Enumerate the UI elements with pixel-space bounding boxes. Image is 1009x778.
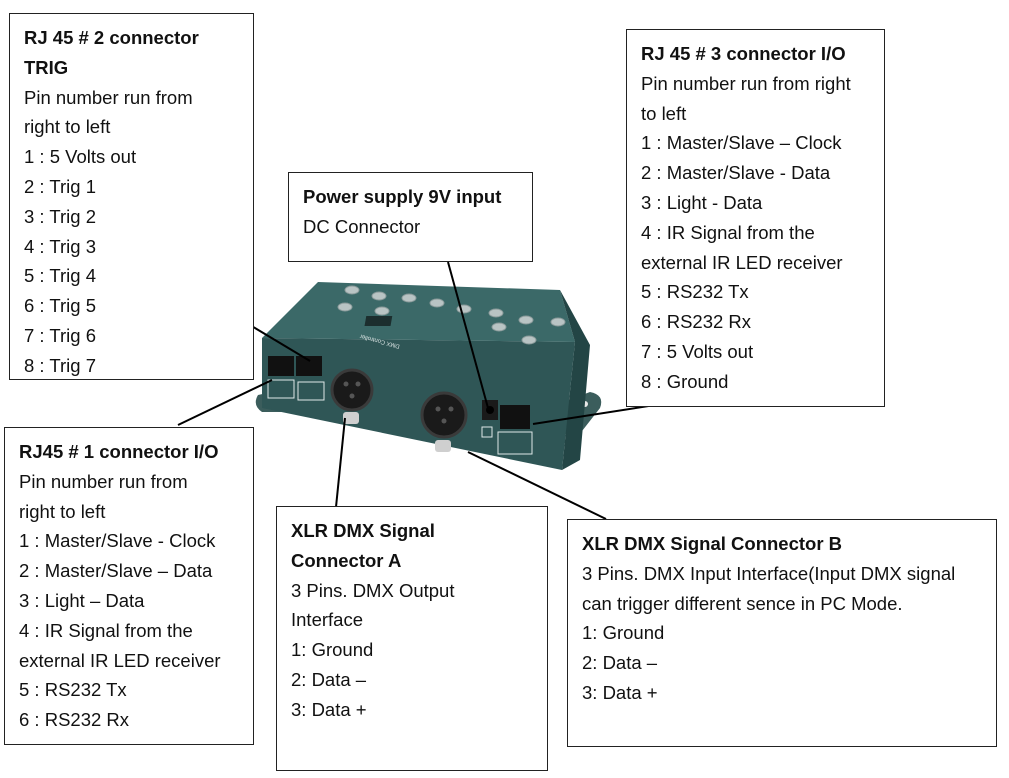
callout-xlr-connector-a: XLR DMX Signal Connector A 3 Pins. DMX O… xyxy=(276,506,548,771)
pin-item: 1 : Master/Slave - Clock xyxy=(19,530,216,552)
callout-xlr-connector-b: XLR DMX Signal Connector B 3 Pins. DMX I… xyxy=(567,519,997,747)
callout-title: XLR DMX Signal xyxy=(291,520,435,541)
pin-item: 2 : Master/Slave – Data xyxy=(19,560,213,582)
callout-title: RJ45 # 1 connector I/O xyxy=(19,441,219,462)
callout-line-text: right to left xyxy=(24,116,111,138)
pin-item: 2: Data – xyxy=(291,668,367,690)
callout-title: RJ 45 # 3 connector I/O xyxy=(641,43,846,64)
pin-item: 5 : Trig 4 xyxy=(24,265,96,287)
callout-title: Power supply 9V input xyxy=(303,186,502,207)
pin-item: 4 : Trig 3 xyxy=(24,235,96,257)
pin-item: 2 : Master/Slave - Data xyxy=(641,162,831,184)
pin-item: 6 : RS232 Rx xyxy=(641,311,752,333)
pin-item: 5 : RS232 Tx xyxy=(641,281,749,303)
callout-line-text: can trigger different sence in PC Mode. xyxy=(582,592,903,614)
callout-line-text: 3 Pins. DMX Input Interface(Input DMX si… xyxy=(582,562,956,584)
pin-item: 2 : Trig 1 xyxy=(24,175,96,197)
pin-item: 4 : IR Signal from the xyxy=(641,221,815,243)
pin-item: 8 : Ground xyxy=(641,370,729,392)
callout-line-text: right to left xyxy=(19,500,106,522)
pin-item: 1 : Master/Slave – Clock xyxy=(641,132,842,154)
callout-rj45-3-io: RJ 45 # 3 connector I/O Pin number run f… xyxy=(626,29,885,407)
pin-item: 3: Data + xyxy=(582,681,658,703)
callout-line-rj45-3 xyxy=(532,404,656,425)
callout-title: RJ 45 # 2 connector xyxy=(24,27,199,48)
pin-item: 1: Ground xyxy=(582,622,665,644)
pin-item: 5 : RS232 Tx xyxy=(19,679,127,701)
callout-line-text: Pin number run from xyxy=(24,86,193,108)
pin-item: 7 : Trig 6 xyxy=(24,324,96,346)
pin-item: 1 : 5 Volts out xyxy=(24,146,137,168)
callout-line-text: Interface xyxy=(291,609,363,631)
pin-item: 1: Ground xyxy=(291,639,374,661)
pin-item: 8 : Trig 7 xyxy=(24,354,96,376)
callout-line-text: to left xyxy=(641,102,687,124)
callout-title: Connector A xyxy=(291,549,402,571)
pin-item: 4 : IR Signal from the xyxy=(19,619,193,641)
pin-item: 3: Data + xyxy=(291,698,367,720)
pin-item: 6 : RS232 Rx xyxy=(19,709,130,731)
callout-title: TRIG xyxy=(24,56,69,78)
callout-line-xlr-a xyxy=(335,417,346,508)
callout-line-text: 3 Pins. DMX Output xyxy=(291,579,455,601)
callout-line-power xyxy=(447,261,489,409)
callout-rj45-1-io: RJ45 # 1 connector I/O Pin number run fr… xyxy=(4,427,254,745)
callout-line-text: Pin number run from xyxy=(19,470,188,492)
callout-power-supply: Power supply 9V input DC Connector xyxy=(288,172,533,262)
pin-item: 3 : Light - Data xyxy=(641,191,763,213)
pin-item: 3 : Trig 2 xyxy=(24,205,96,227)
callout-line-text: Pin number run from right xyxy=(641,72,851,94)
callout-line-rj45-1 xyxy=(177,379,273,426)
callout-rj45-2-trig: RJ 45 # 2 connector TRIG Pin number run … xyxy=(9,13,254,380)
pin-item: external IR LED receiver xyxy=(19,649,221,671)
pin-item: 6 : Trig 5 xyxy=(24,295,96,317)
callout-line-text: DC Connector xyxy=(303,215,421,237)
callout-title: XLR DMX Signal Connector B xyxy=(582,533,843,554)
pin-item: external IR LED receiver xyxy=(641,251,843,273)
pin-item: 7 : 5 Volts out xyxy=(641,340,754,362)
pin-item: 3 : Light – Data xyxy=(19,589,145,611)
pin-item: 2: Data – xyxy=(582,652,658,674)
